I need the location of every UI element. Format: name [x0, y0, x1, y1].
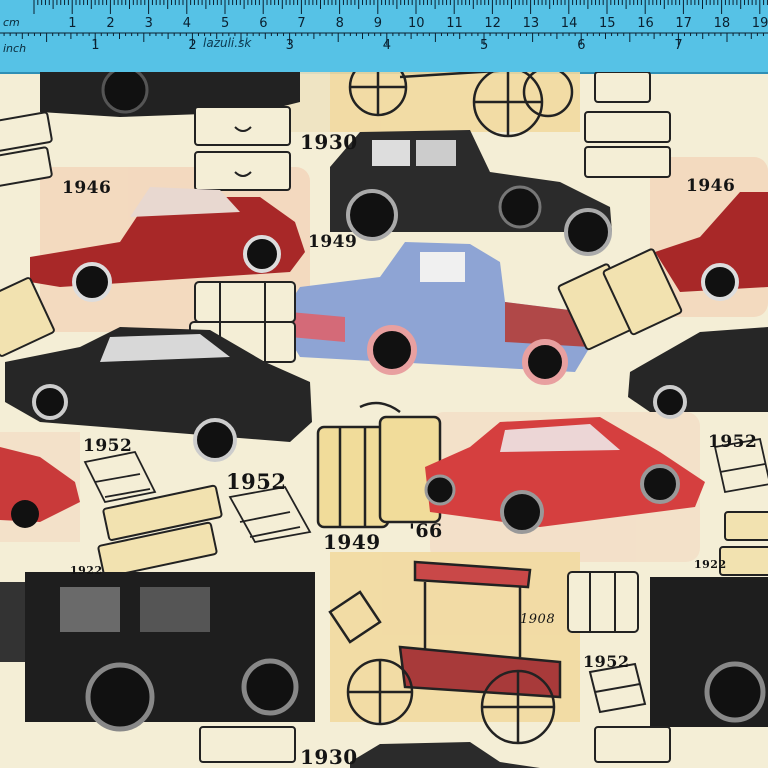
ruler-cm-label: cm: [3, 16, 20, 29]
ruler-cm-number: 9: [373, 16, 383, 31]
year-label-1952-bottom: 1952: [583, 652, 630, 671]
ruler-cm-number: 10: [408, 16, 425, 31]
ruler-inch-number: 5: [480, 38, 489, 53]
black-vintage-car-1922: [0, 572, 315, 732]
vintage-car-fabric: 1930 1946 1946 1949 1952 1952 1952 1949 …: [0, 72, 768, 768]
ruler-inch-number: 1: [91, 38, 100, 53]
ruler-cm-number: 5: [221, 16, 230, 31]
year-label-1922-left: 1922: [70, 564, 103, 577]
yellow-trunk: [316, 401, 442, 529]
ruler-cm-number: 14: [560, 16, 578, 31]
year-label-1908: 1908: [520, 612, 556, 627]
ruler-cm-number: 12: [484, 16, 501, 31]
fabric-print-illustration: [0, 72, 768, 768]
ruler-inch-number: 6: [577, 38, 586, 53]
ruler-cm-number: 13: [522, 16, 540, 31]
ruler-cm-number: 19: [751, 16, 768, 31]
year-label-1930-top: 1930: [300, 130, 358, 154]
year-label-1952-center: 1952: [226, 469, 287, 494]
year-label-1930-bottom: 1930: [300, 745, 358, 768]
year-label-1952-right: 1952: [708, 432, 758, 452]
ruler-inch-number: 7: [674, 38, 683, 53]
ruler-cm-number: 15: [599, 16, 616, 31]
ruler-brand-text: lazuli.sk: [203, 36, 252, 50]
black-vintage-car-right: [650, 577, 768, 727]
ruler-ticks: [0, 0, 768, 45]
year-label-1949-mid: 1949: [308, 232, 358, 252]
ruler-cm-number: 7: [297, 16, 306, 31]
ruler-cm-number: 18: [713, 16, 731, 31]
blue-pickup-truck: [285, 242, 590, 385]
ruler-inch-number: 4: [382, 38, 392, 53]
ruler-cm-number: 2: [106, 16, 115, 31]
ruler-cm-number: 16: [637, 16, 654, 31]
year-label-1946-right: 1946: [686, 176, 736, 196]
ruler-cm-number: 1: [68, 16, 77, 31]
ruler-cm-number: 17: [675, 16, 692, 31]
measuring-ruler: cm inch lazuli.sk 1 2 3 4 5 6 7 8 9 10 11 12 13 14 15 1…: [0, 0, 768, 74]
year-label-1952-left: 1952: [83, 436, 133, 456]
ruler-cm-number: 3: [144, 16, 153, 31]
black-sedan-right: [628, 327, 768, 419]
ruler-cm-number: 4: [182, 16, 192, 31]
year-label-66: '66: [409, 520, 443, 542]
year-label-1946-left: 1946: [62, 178, 112, 198]
year-label-1949-low: 1949: [323, 530, 381, 554]
ruler-inch-number: 3: [285, 38, 294, 53]
ruler-inch-number: 2: [188, 38, 197, 53]
year-label-1922-right: 1922: [694, 558, 727, 571]
black-car-bottom: [350, 742, 540, 768]
ruler-cm-number: 11: [446, 16, 463, 31]
ruler-cm-number: 8: [335, 16, 344, 31]
ruler-cm-number: 6: [259, 16, 268, 31]
black-car-1930: [330, 130, 612, 256]
ruler-inch-label: inch: [3, 42, 27, 55]
